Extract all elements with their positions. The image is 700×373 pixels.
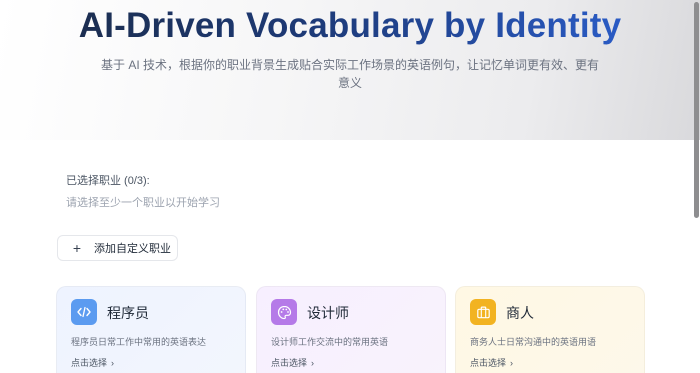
card-description: 商务人士日常沟通中的英语用语: [470, 337, 597, 347]
hero-banner: AI-Driven Vocabulary by Identity 基于 AI 技…: [0, 0, 700, 140]
selected-count-label: 已选择职业 (0/3):: [66, 175, 150, 187]
chevron-right-icon: ›: [111, 358, 115, 368]
card-description: 程序员日常工作中常用的英语表达: [71, 337, 207, 347]
profession-card-businessperson[interactable]: 商人 商务人士日常沟通中的英语用语 点击选择 ›: [455, 286, 645, 373]
card-select-label: 点击选择: [470, 358, 507, 368]
add-custom-profession-label: 添加自定义职业: [94, 243, 171, 255]
page-subtitle: 基于 AI 技术，根据你的职业背景生成贴合实际工作场景的英语例句，让记忆单词更有…: [100, 58, 599, 90]
card-select-label: 点击选择: [71, 358, 108, 368]
page: AI-Driven Vocabulary by Identity 基于 AI 技…: [0, 0, 700, 373]
chevron-right-icon: ›: [311, 358, 315, 368]
palette-icon: [271, 299, 297, 325]
card-select-link[interactable]: 点击选择 ›: [71, 356, 114, 369]
briefcase-icon: [470, 299, 496, 325]
card-select-link[interactable]: 点击选择 ›: [470, 356, 513, 369]
plus-icon: +: [72, 240, 82, 256]
profession-card-designer[interactable]: 设计师 设计师工作交流中的常用英语 点击选择 ›: [256, 286, 446, 373]
card-title: 程序员: [107, 305, 149, 321]
chevron-right-icon: ›: [510, 358, 514, 368]
page-title: AI-Driven Vocabulary by Identity: [0, 6, 700, 46]
card-title: 设计师: [307, 305, 349, 321]
selection-hint: 请选择至少一个职业以开始学习: [66, 197, 220, 209]
profession-card-programmer[interactable]: 程序员 程序员日常工作中常用的英语表达 点击选择 ›: [56, 286, 246, 373]
code-icon: [71, 299, 97, 325]
card-description: 设计师工作交流中的常用英语: [271, 337, 389, 347]
card-select-link[interactable]: 点击选择 ›: [271, 356, 314, 369]
card-select-label: 点击选择: [271, 358, 308, 368]
scrollbar-thumb[interactable]: [694, 2, 699, 218]
vertical-scrollbar[interactable]: [692, 0, 700, 373]
card-title: 商人: [506, 305, 534, 321]
add-custom-profession-button[interactable]: + 添加自定义职业: [57, 235, 178, 261]
